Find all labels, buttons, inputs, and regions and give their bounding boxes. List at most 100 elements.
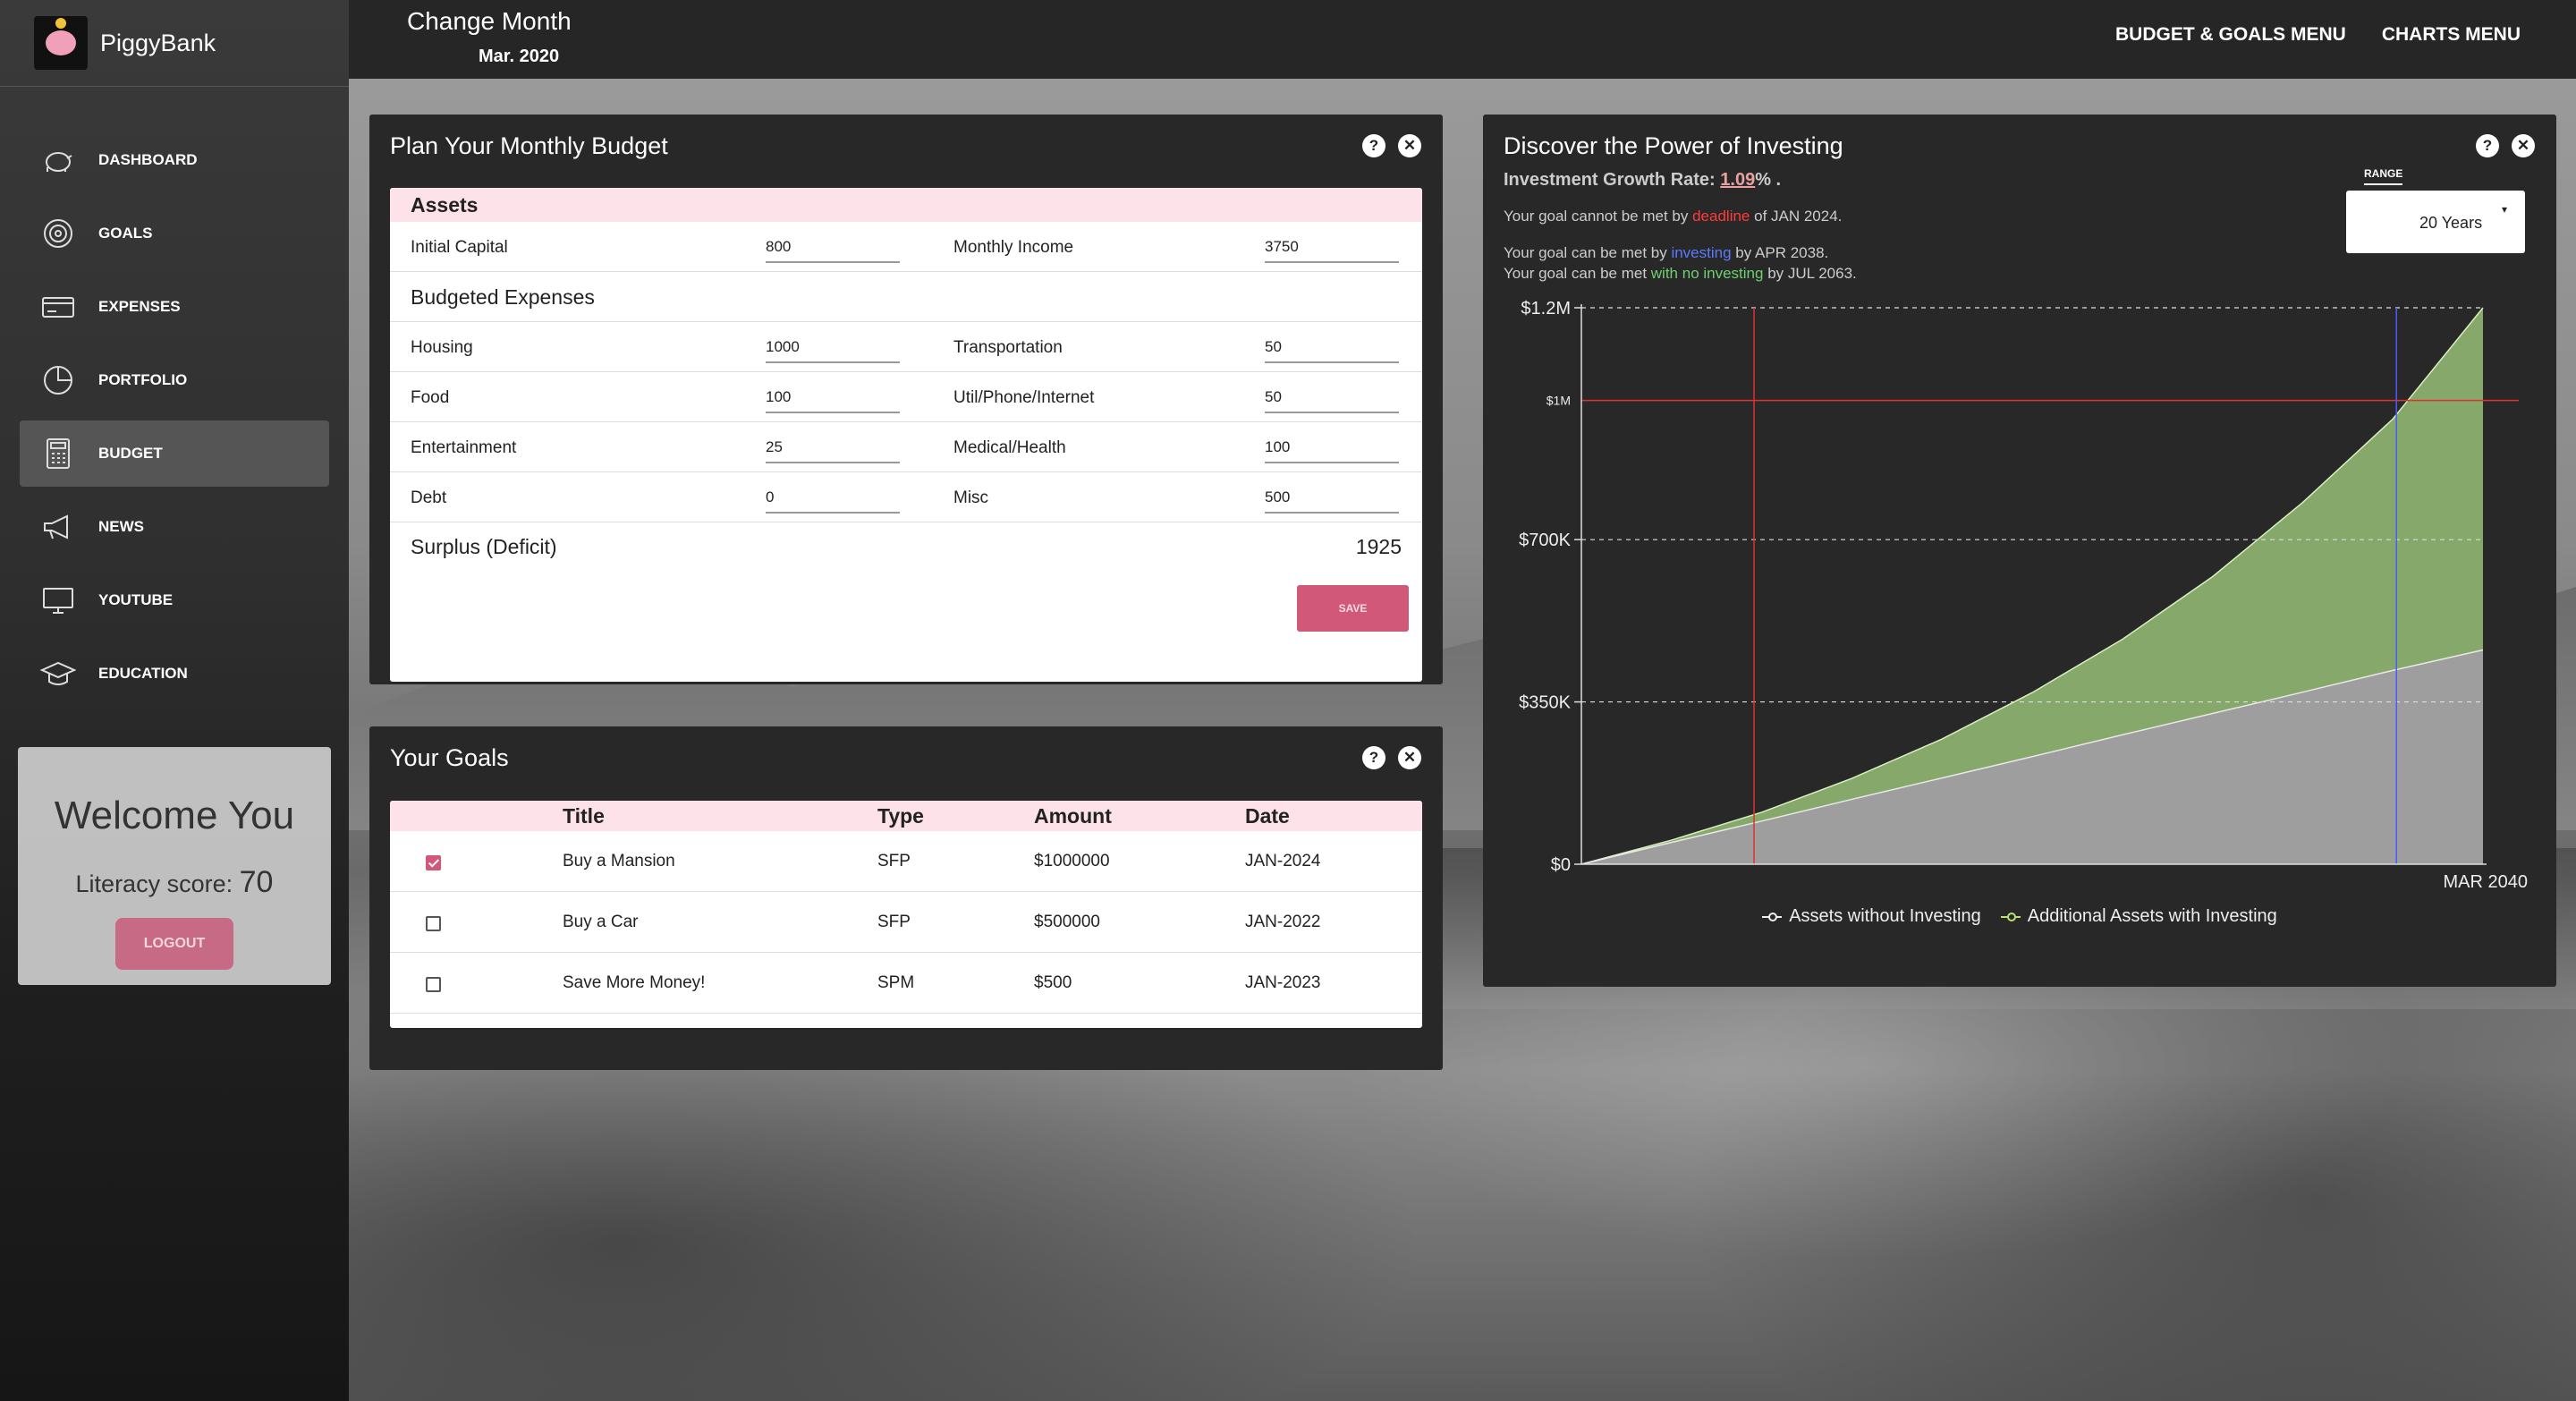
housing-input[interactable]: 1000 (766, 338, 900, 363)
goal-title: Buy a Car (563, 913, 639, 931)
goal-title: Buy a Mansion (563, 852, 675, 870)
top-menu: BUDGET & GOALS MENU CHARTS MENU (2115, 24, 2521, 46)
column-title: Title (563, 804, 605, 828)
initial-capital-input[interactable]: 800 (766, 238, 900, 263)
sidebar-item-label: PORTFOLIO (98, 371, 188, 388)
sidebar-item-education[interactable]: EDUCATION (20, 641, 329, 707)
goal-date: JAN-2023 (1245, 973, 1321, 992)
goal-date: JAN-2024 (1245, 852, 1321, 870)
goal-checkbox[interactable] (426, 855, 441, 870)
goal-title: Save More Money! (563, 973, 706, 992)
megaphone-icon (39, 508, 77, 546)
goal-amount: $500000 (1034, 913, 1100, 931)
medical-health-input[interactable]: 100 (1265, 438, 1399, 463)
medical-health-label: Medical/Health (953, 438, 1066, 457)
sidebar-item-label: GOALS (98, 225, 153, 242)
current-month: Mar. 2020 (479, 47, 560, 66)
sidebar-item-label: EDUCATION (98, 665, 188, 682)
sidebar-item-label: NEWS (98, 518, 144, 535)
util-phone-internet-input[interactable]: 50 (1265, 388, 1399, 413)
panel-title: Plan Your Monthly Budget (390, 132, 668, 159)
legend-item-with-investing[interactable]: Additional Assets with Investing (2000, 906, 2277, 927)
y-tick-label: $1.2M (1521, 299, 1571, 318)
surplus-row: Surplus (Deficit) 1925 (390, 522, 1422, 571)
goal-amount: $500 (1034, 973, 1072, 992)
legend-marker-icon (1762, 912, 1783, 921)
budget-goals-menu[interactable]: BUDGET & GOALS MENU (2115, 24, 2346, 46)
save-button[interactable]: SAVE (1297, 585, 1409, 632)
sidebar-item-news[interactable]: NEWS (20, 494, 329, 560)
entertainment-label: Entertainment (411, 438, 517, 457)
goal-checkbox[interactable] (426, 916, 441, 931)
budget-row: Debt 0 Misc 500 (390, 472, 1422, 522)
charts-menu[interactable]: CHARTS MENU (2382, 24, 2521, 46)
surplus-value: 1925 (1355, 535, 1402, 558)
change-month-link[interactable]: Change Month (407, 7, 572, 36)
investing-panel: Discover the Power of Investing ? ✕ Inve… (1483, 115, 2556, 987)
sidebar: PiggyBank DASHBOARD GOALS EXPENSES PORTF… (0, 0, 349, 1401)
budgeted-expenses-header: Budgeted Expenses (390, 272, 1422, 322)
literacy-score-value: 70 (239, 865, 274, 899)
housing-label: Housing (411, 338, 473, 357)
graduation-cap-icon (39, 655, 77, 692)
literacy-label: Literacy score: (75, 870, 233, 897)
budget-row: Food 100 Util/Phone/Internet 50 (390, 372, 1422, 422)
credit-card-icon (39, 288, 77, 326)
monthly-income-input[interactable]: 3750 (1265, 238, 1399, 263)
panel-controls: ? ✕ (1362, 134, 1421, 157)
help-icon[interactable]: ? (1362, 746, 1385, 769)
table-row[interactable]: Buy a Car SFP $500000 JAN-2022 (390, 892, 1422, 953)
sidebar-item-label: YOUTUBE (98, 591, 174, 608)
column-date: Date (1245, 804, 1290, 828)
table-row[interactable]: Save More Money! SPM $500 JAN-2023 (390, 953, 1422, 1014)
legend-marker-icon (2000, 912, 2021, 921)
welcome-card: Welcome You Literacy score: 70 LOGOUT (18, 747, 331, 985)
sidebar-item-goals[interactable]: GOALS (20, 200, 329, 267)
sidebar-nav: DASHBOARD GOALS EXPENSES PORTFOLIO BUDGE… (0, 127, 349, 707)
sidebar-item-dashboard[interactable]: DASHBOARD (20, 127, 329, 193)
close-icon[interactable]: ✕ (1398, 746, 1421, 769)
goal-amount: $1000000 (1034, 852, 1110, 870)
initial-capital-label: Initial Capital (411, 238, 508, 257)
transportation-label: Transportation (953, 338, 1063, 357)
sidebar-item-youtube[interactable]: YOUTUBE (20, 567, 329, 633)
sidebar-item-label: DASHBOARD (98, 151, 198, 168)
sidebar-item-budget[interactable]: BUDGET (20, 420, 329, 487)
logout-button[interactable]: LOGOUT (115, 918, 233, 970)
table-row[interactable]: Buy a Mansion SFP $1000000 JAN-2024 (390, 831, 1422, 892)
column-type: Type (877, 804, 924, 828)
assets-header: Assets (390, 188, 1422, 222)
budget-row: Entertainment 25 Medical/Health 100 (390, 422, 1422, 472)
budget-form: Assets Initial Capital 800 Monthly Incom… (390, 188, 1422, 682)
sidebar-item-expenses[interactable]: EXPENSES (20, 274, 329, 340)
goal-line-label: $1M (1546, 394, 1571, 408)
legend-item-without-investing[interactable]: Assets without Investing (1762, 906, 1981, 927)
column-amount: Amount (1034, 804, 1112, 828)
food-label: Food (411, 388, 450, 407)
sidebar-item-portfolio[interactable]: PORTFOLIO (20, 347, 329, 413)
misc-input[interactable]: 500 (1265, 488, 1399, 514)
debt-input[interactable]: 0 (766, 488, 900, 514)
sidebar-item-label: EXPENSES (98, 298, 181, 315)
top-bar: Change Month Mar. 2020 BUDGET & GOALS ME… (349, 0, 2576, 79)
chart-legend: Assets without Investing Additional Asse… (1483, 906, 2556, 927)
pie-chart-icon (39, 361, 77, 399)
debt-label: Debt (411, 488, 447, 507)
close-icon[interactable]: ✕ (1398, 134, 1421, 157)
util-phone-internet-label: Util/Phone/Internet (953, 388, 1095, 407)
goals-table: Title Type Amount Date Buy a Mansion SFP… (390, 801, 1422, 1028)
literacy-score: Literacy score: 70 (18, 865, 331, 900)
y-tick-label: $700K (1519, 531, 1571, 550)
investing-chart: $0 $350K $700K $1.2M $1M MAR 2040 (1483, 115, 2556, 987)
monthly-income-label: Monthly Income (953, 238, 1074, 257)
entertainment-input[interactable]: 25 (766, 438, 900, 463)
investing-chart-svg: $0 $350K $700K $1.2M $1M MAR 2040 (1519, 299, 2529, 892)
food-input[interactable]: 100 (766, 388, 900, 413)
panel-controls: ? ✕ (1362, 746, 1421, 769)
goal-checkbox[interactable] (426, 977, 441, 992)
help-icon[interactable]: ? (1362, 134, 1385, 157)
brand[interactable]: PiggyBank (0, 0, 349, 87)
transportation-input[interactable]: 50 (1265, 338, 1399, 363)
budget-row: Initial Capital 800 Monthly Income 3750 (390, 222, 1422, 272)
x-tick-label: MAR 2040 (2444, 872, 2529, 892)
